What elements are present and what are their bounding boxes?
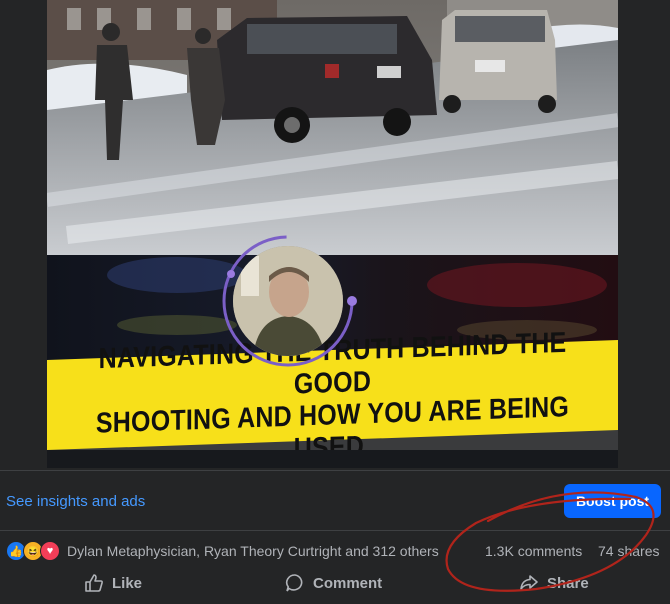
love-reaction-icon: ♥ bbox=[40, 541, 60, 561]
divider-bottom bbox=[0, 530, 670, 531]
reaction-icons[interactable]: 👍 😆 ♥ bbox=[6, 541, 60, 561]
like-button[interactable]: Like bbox=[84, 570, 142, 596]
share-arrow-icon bbox=[520, 575, 538, 590]
boost-post-button[interactable]: Boost post bbox=[564, 484, 661, 518]
comment-label: Comment bbox=[313, 574, 383, 592]
reactors-summary[interactable]: Dylan Metaphysician, Ryan Theory Curtrig… bbox=[67, 543, 439, 559]
like-label: Like bbox=[112, 574, 143, 592]
post-photo bbox=[47, 0, 618, 255]
host-avatar bbox=[233, 246, 343, 356]
share-button[interactable]: Share bbox=[519, 570, 589, 596]
comment-button[interactable]: Comment bbox=[285, 570, 382, 596]
see-insights-link[interactable]: See insights and ads bbox=[6, 493, 145, 510]
comments-count[interactable]: 1.3K comments bbox=[485, 543, 582, 559]
thumbs-up-icon bbox=[85, 574, 103, 592]
shares-count[interactable]: 74 shares bbox=[598, 543, 659, 559]
comment-bubble-icon bbox=[285, 574, 303, 592]
media-bottom-edge bbox=[47, 450, 618, 468]
share-label: Share bbox=[547, 574, 589, 592]
divider-top bbox=[0, 470, 670, 471]
